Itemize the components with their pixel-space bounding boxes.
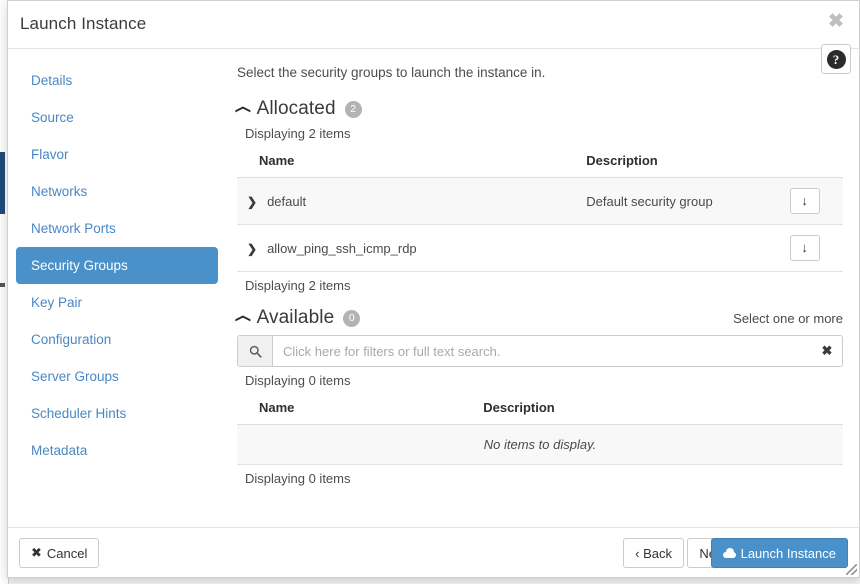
sidebar-item-networks[interactable]: Networks <box>16 173 218 210</box>
chevron-down-icon[interactable]: ❬ <box>235 103 252 116</box>
cloud-icon <box>722 548 736 558</box>
table-row[interactable]: ❯ allow_ping_ssh_icmp_rdp ↓ <box>237 224 843 272</box>
no-items-message: No items to display. <box>237 424 843 465</box>
wizard-sidebar: Details Source Flavor Networks Network P… <box>8 49 226 469</box>
table-header-row: Name Description <box>237 147 843 178</box>
page-title: Launch Instance <box>20 14 147 33</box>
column-header-name: Name <box>237 147 565 178</box>
available-count-badge: 0 <box>343 309 361 327</box>
modal-body: Details Source Flavor Networks Network P… <box>8 49 859 527</box>
allocated-title: Allocated <box>256 98 336 119</box>
available-count-bottom: Displaying 0 items <box>245 471 351 486</box>
help-icon: ? <box>826 49 846 69</box>
sidebar-item-details[interactable]: Details <box>16 62 218 99</box>
back-button[interactable]: ‹ Back <box>623 538 684 568</box>
column-header-actions <box>770 394 843 425</box>
sidebar-item-network-ports[interactable]: Network Ports <box>16 210 218 247</box>
table-header-row: Name Description <box>237 394 843 425</box>
close-icon[interactable]: ✖ <box>825 11 847 33</box>
sidebar-item-server-groups[interactable]: Server Groups <box>16 358 218 395</box>
background-nav-accent <box>0 152 5 214</box>
chevron-right-icon[interactable]: ❯ <box>247 195 257 209</box>
allocated-row-actions: ↓ <box>770 224 843 272</box>
clear-search-icon[interactable]: ✖ <box>812 336 842 366</box>
search-bar[interactable]: ✖ <box>237 335 843 367</box>
available-section-header: ❬ Available 0 Select one or more <box>235 307 843 329</box>
allocated-row-name: allow_ping_ssh_icmp_rdp <box>267 240 417 256</box>
chevron-down-icon[interactable]: ❬ <box>235 312 252 325</box>
close-x-icon: ✖ <box>31 545 42 560</box>
modal-footer: ✖ Cancel ‹ Back Next › Launch Instance <box>8 527 859 578</box>
allocated-count-badge: 2 <box>344 100 362 118</box>
search-input[interactable] <box>273 336 812 366</box>
cancel-button[interactable]: ✖ Cancel <box>19 538 100 568</box>
allocated-count-top: Displaying 2 items <box>245 126 351 141</box>
sidebar-item-source[interactable]: Source <box>16 99 218 136</box>
allocated-count-bottom: Displaying 2 items <box>245 278 351 293</box>
search-icon <box>238 336 273 366</box>
background-nav-accent-secondary <box>0 283 5 287</box>
available-title: Available <box>256 307 335 328</box>
column-header-description: Description <box>564 147 771 178</box>
allocated-row-description: Default security group <box>564 177 771 225</box>
table-row[interactable]: ❯ default Default security group ↓ <box>237 177 843 225</box>
sidebar-item-metadata[interactable]: Metadata <box>16 432 218 469</box>
allocated-row-actions: ↓ <box>770 177 843 225</box>
resize-handle[interactable] <box>846 564 857 575</box>
column-header-name: Name <box>237 394 462 425</box>
empty-state-row: No items to display. <box>237 424 843 465</box>
wizard-main-panel: Select the security groups to launch the… <box>226 49 859 492</box>
available-table: Name Description No items to display. <box>237 394 843 465</box>
allocated-row-name-cell: ❯ default <box>237 177 565 225</box>
modal-header: Launch Instance ✖ <box>8 1 859 49</box>
sidebar-item-key-pair[interactable]: Key Pair <box>16 284 218 321</box>
allocated-row-name-cell: ❯ allow_ping_ssh_icmp_rdp <box>237 224 565 272</box>
allocated-section-header: ❬ Allocated 2 <box>235 98 843 120</box>
allocated-row-description <box>564 224 771 272</box>
launch-instance-button[interactable]: Launch Instance <box>710 538 848 568</box>
chevron-right-icon[interactable]: ❯ <box>247 242 257 256</box>
launch-instance-label: Launch Instance <box>740 545 836 561</box>
sidebar-item-flavor[interactable]: Flavor <box>16 136 218 173</box>
sidebar-item-security-groups[interactable]: Security Groups <box>16 247 218 284</box>
select-hint: Select one or more <box>733 310 843 326</box>
cancel-button-label: Cancel <box>46 545 88 561</box>
column-header-description: Description <box>461 394 771 425</box>
sidebar-item-scheduler-hints[interactable]: Scheduler Hints <box>16 395 218 432</box>
launch-instance-modal: Launch Instance ✖ ? Details Source Flavo… <box>7 0 860 578</box>
column-header-actions <box>770 147 843 178</box>
allocated-table: Name Description ❯ default Default securi… <box>237 147 843 272</box>
sidebar-item-configuration[interactable]: Configuration <box>16 321 218 358</box>
allocated-row-name: default <box>267 193 307 209</box>
deallocate-button[interactable]: ↓ <box>789 235 820 261</box>
available-count-top: Displaying 0 items <box>245 373 351 388</box>
help-button[interactable]: ? <box>821 44 851 74</box>
deallocate-button[interactable]: ↓ <box>789 188 820 214</box>
instructions-text: Select the security groups to launch the… <box>237 65 546 80</box>
